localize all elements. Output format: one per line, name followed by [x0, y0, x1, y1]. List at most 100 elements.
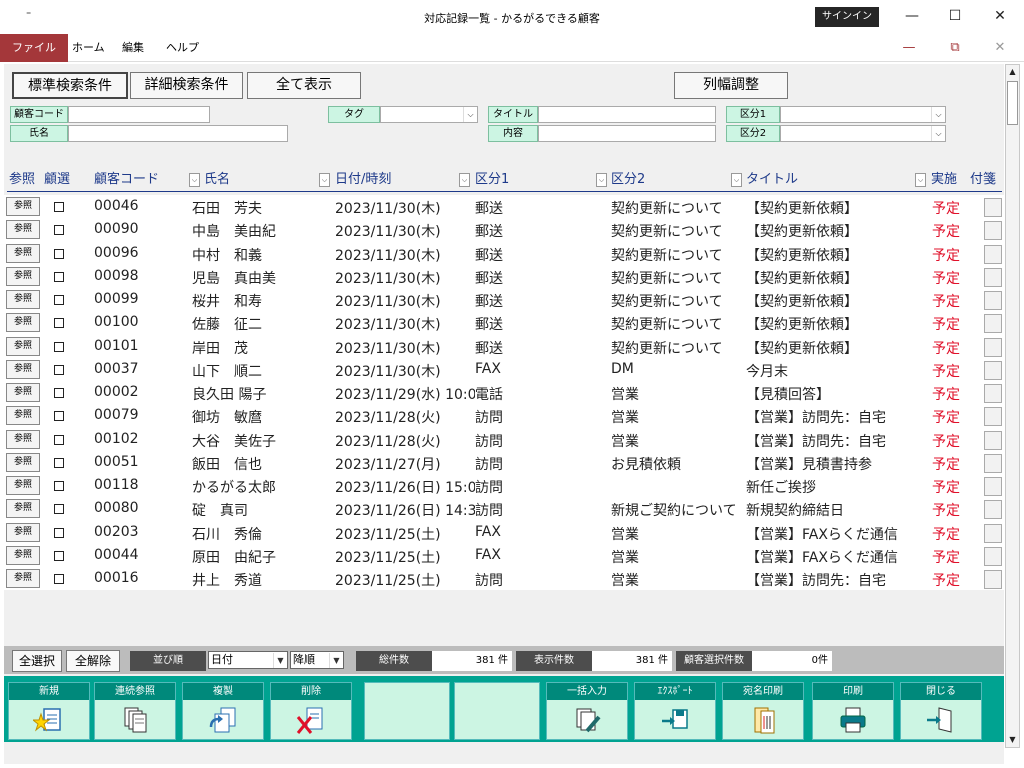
- table-row[interactable]: 参照 00079 御坊 敏麿 2023/11/28(火) 訪問 営業 【営業】訪問先：自宅 予…: [0, 404, 1004, 428]
- table-row[interactable]: 参照 00044 原田 由紀子 2023/11/25(土) FAX 営業 【営業】FAXらく…: [0, 543, 1004, 567]
- memo-button[interactable]: [984, 384, 1002, 403]
- ref-button[interactable]: 参照: [6, 569, 40, 588]
- scroll-up-icon[interactable]: ▲: [1006, 65, 1019, 79]
- ref-button[interactable]: 参照: [6, 545, 40, 565]
- table-row[interactable]: 参照 00101 岸田 茂 2023/11/30(木) 郵送 契約更新について 【契約更新依…: [0, 334, 1004, 358]
- menu-edit[interactable]: 編集: [114, 34, 152, 62]
- table-row[interactable]: 参照 00090 中島 美由紀 2023/11/30(木) 郵送 契約更新について 【契約更…: [0, 218, 1004, 242]
- ref-button[interactable]: 参照: [6, 383, 40, 402]
- select-checkbox[interactable]: [54, 341, 64, 352]
- chevron-down-icon[interactable]: ▼: [329, 653, 343, 668]
- sort-field-select[interactable]: 日付 ▼: [208, 651, 288, 669]
- column-adjust-button[interactable]: 列幅調整: [674, 72, 788, 99]
- title-input[interactable]: [538, 106, 716, 123]
- new-button[interactable]: 新規: [8, 682, 90, 740]
- table-row[interactable]: 参照 00046 石田 芳夫 2023/11/30(木) 郵送 契約更新について 【契約更新…: [0, 195, 1004, 219]
- memo-button[interactable]: [984, 221, 1002, 241]
- bulk-input-button[interactable]: 一括入力: [546, 682, 628, 740]
- show-all-button[interactable]: 全て表示: [247, 72, 361, 99]
- maximize-button[interactable]: ☐: [940, 4, 970, 28]
- chevron-down-icon[interactable]: ⌵: [931, 126, 945, 141]
- memo-button[interactable]: [984, 477, 1002, 496]
- ref-button[interactable]: 参照: [6, 429, 40, 449]
- sort-cat1-icon[interactable]: ⌵: [596, 173, 607, 187]
- ref-button[interactable]: 参照: [6, 336, 40, 356]
- table-row[interactable]: 参照 00002 良久田 陽子 2023/11/29(水) 10:0 電話 営業 【見積回答…: [0, 381, 1004, 405]
- address-print-button[interactable]: 宛名印刷: [722, 682, 804, 740]
- ref-button[interactable]: 参照: [6, 243, 40, 263]
- content-input[interactable]: [538, 125, 716, 142]
- table-row[interactable]: 参照 00098 児島 真由美 2023/11/30(木) 郵送 契約更新について 【契約更…: [0, 264, 1004, 288]
- sort-name-icon[interactable]: ⌵: [319, 173, 330, 187]
- menu-help[interactable]: ヘルプ: [158, 34, 207, 62]
- chevron-down-icon[interactable]: ⌵: [463, 107, 477, 122]
- table-row[interactable]: 参照 00096 中村 和義 2023/11/30(木) 郵送 契約更新について 【契約更新…: [0, 241, 1004, 265]
- ref-button[interactable]: 参照: [6, 406, 40, 426]
- chevron-down-icon[interactable]: ▼: [273, 653, 287, 668]
- select-checkbox[interactable]: [54, 411, 64, 422]
- tag-select[interactable]: ⌵: [380, 106, 478, 123]
- header-title[interactable]: タイトル: [746, 170, 798, 190]
- select-checkbox[interactable]: [54, 248, 64, 259]
- memo-button[interactable]: [984, 314, 1002, 334]
- table-row[interactable]: 参照 00099 桜井 和寿 2023/11/30(木) 郵送 契約更新について 【契約更新…: [0, 288, 1004, 312]
- sort-direction-select[interactable]: 降順 ▼: [290, 651, 344, 669]
- category1-select[interactable]: ⌵: [780, 106, 946, 123]
- scroll-thumb[interactable]: [1007, 81, 1018, 125]
- ref-button[interactable]: 参照: [6, 452, 40, 472]
- select-checkbox[interactable]: [54, 202, 64, 212]
- header-cat2[interactable]: 区分2: [611, 170, 645, 190]
- select-checkbox[interactable]: [54, 295, 64, 305]
- ref-button[interactable]: 参照: [6, 499, 40, 519]
- standard-search-button[interactable]: 標準検索条件: [12, 72, 128, 99]
- copy-button[interactable]: 複製: [182, 682, 264, 740]
- close-button[interactable]: 閉じる: [900, 682, 982, 740]
- doc-close-button[interactable]: ✕: [988, 38, 1012, 58]
- memo-button[interactable]: [984, 198, 1002, 217]
- header-cat1[interactable]: 区分1: [475, 170, 509, 190]
- table-row[interactable]: 参照 00203 石川 秀倫 2023/11/25(土) FAX 営業 【営業】FAXらくだ…: [0, 520, 1004, 544]
- select-checkbox[interactable]: [54, 574, 64, 584]
- close-window-button[interactable]: ✕: [985, 4, 1015, 28]
- ref-button[interactable]: 参照: [6, 266, 40, 286]
- table-row[interactable]: 参照 00102 大谷 美佐子 2023/11/28(火) 訪問 営業 【営業】訪問先：自宅…: [0, 427, 1004, 451]
- table-row[interactable]: 参照 00118 かるがる太郎 2023/11/26(日) 15:0 訪問 新任ご挨拶 予定: [0, 474, 1004, 498]
- table-row[interactable]: 参照 00100 佐藤 征二 2023/11/30(木) 郵送 契約更新について 【契約更新…: [0, 311, 1004, 335]
- header-datetime[interactable]: 日付/時刻: [335, 170, 391, 190]
- ref-button[interactable]: 参照: [6, 197, 40, 216]
- sort-title-icon[interactable]: ⌵: [915, 173, 926, 187]
- table-row[interactable]: 参照 00051 飯田 信也 2023/11/27(月) 訪問 お見積依頼 【営業】見積書持…: [0, 450, 1004, 474]
- detailed-search-button[interactable]: 詳細検索条件: [130, 72, 243, 99]
- memo-button[interactable]: [984, 267, 1002, 287]
- menu-file[interactable]: ファイル: [0, 34, 68, 62]
- memo-button[interactable]: [984, 407, 1002, 427]
- select-checkbox[interactable]: [54, 225, 64, 236]
- memo-button[interactable]: [984, 244, 1002, 264]
- select-checkbox[interactable]: [54, 504, 64, 515]
- memo-button[interactable]: [984, 430, 1002, 450]
- header-name[interactable]: 氏名: [204, 170, 230, 190]
- select-checkbox[interactable]: [54, 271, 64, 282]
- memo-button[interactable]: [984, 360, 1002, 380]
- export-button[interactable]: ｴｸｽﾎﾟｰﾄ: [634, 682, 716, 740]
- menu-home[interactable]: ホーム: [64, 34, 113, 62]
- ref-button[interactable]: 参照: [6, 522, 40, 542]
- vertical-scrollbar[interactable]: ▲ ▼: [1005, 64, 1020, 748]
- ref-button[interactable]: 参照: [6, 220, 40, 240]
- customer-code-input[interactable]: [68, 106, 210, 123]
- sort-datetime-icon[interactable]: ⌵: [459, 173, 470, 187]
- category2-select[interactable]: ⌵: [780, 125, 946, 142]
- name-input[interactable]: [68, 125, 288, 142]
- select-checkbox[interactable]: [54, 550, 64, 561]
- delete-button[interactable]: 削除: [270, 682, 352, 740]
- continuous-ref-button[interactable]: 連続参照: [94, 682, 176, 740]
- memo-button[interactable]: [984, 337, 1002, 357]
- ref-button[interactable]: 参照: [6, 290, 40, 309]
- ref-button[interactable]: 参照: [6, 476, 40, 495]
- memo-button[interactable]: [984, 500, 1002, 520]
- memo-button[interactable]: [984, 523, 1002, 543]
- deselect-all-button[interactable]: 全解除: [66, 650, 120, 672]
- select-checkbox[interactable]: [54, 481, 64, 491]
- doc-minimize-button[interactable]: —: [897, 38, 921, 58]
- minimize-button[interactable]: —: [897, 4, 927, 28]
